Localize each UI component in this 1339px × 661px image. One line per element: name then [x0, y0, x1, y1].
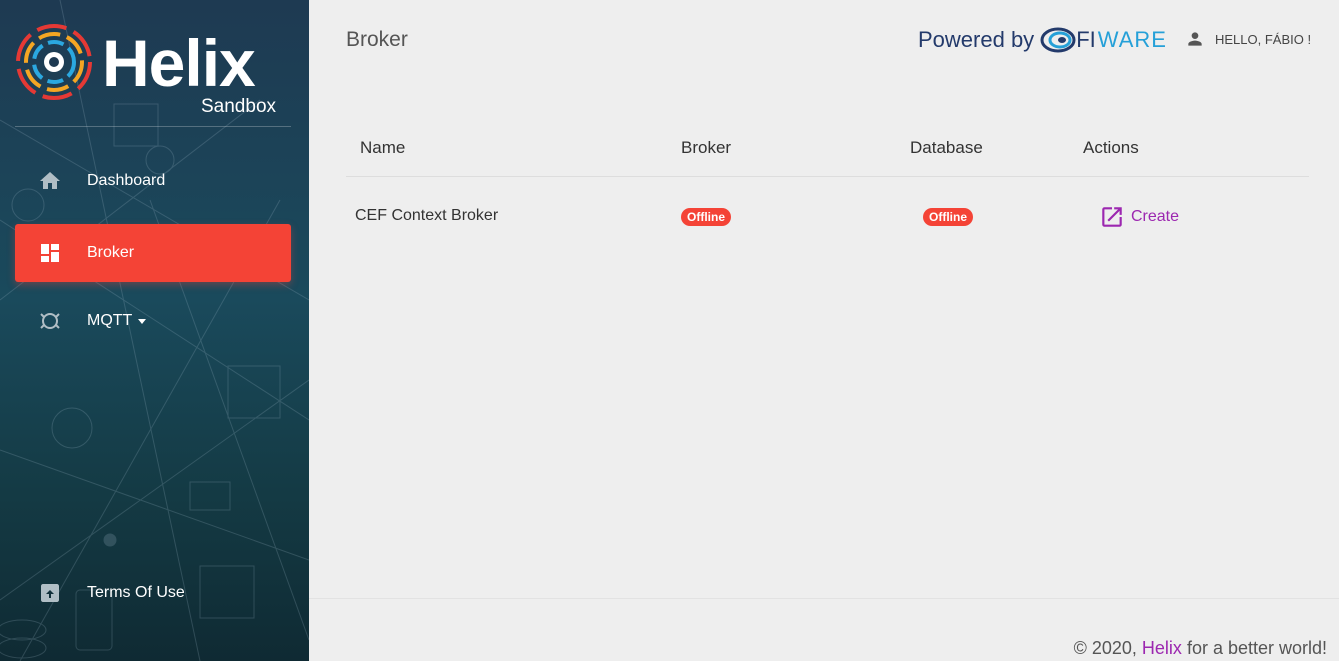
logo-subtitle: Sandbox [201, 96, 277, 117]
fiware-ware: WARE [1097, 27, 1167, 52]
sidebar-item-mqtt[interactable]: MQTT [15, 292, 291, 350]
footer-divider [309, 598, 1339, 599]
broker-status-badge: Offline [681, 208, 731, 226]
footer: © 2020, Helix for a better world! [1074, 638, 1327, 659]
user-icon [1188, 32, 1202, 46]
sidebar-item-broker[interactable]: Broker [15, 224, 291, 282]
sidebar-item-label: Terms Of Use [87, 584, 185, 601]
fiware-swirl-icon [1040, 27, 1076, 53]
sidebar-item-label: Dashboard [87, 172, 166, 189]
sidebar-item-terms[interactable]: Terms Of Use [15, 564, 291, 622]
archive-icon [38, 581, 62, 605]
logo-word: Helix [102, 26, 256, 100]
column-header-database: Database [910, 138, 983, 157]
user-menu[interactable]: HELLO, FÁBIO ! [1185, 29, 1311, 49]
sidebar-item-label: MQTT [87, 312, 133, 329]
footer-brand-link[interactable]: Helix [1142, 638, 1182, 658]
powered-by-fiware[interactable]: Powered by FI WARE [918, 27, 1167, 53]
page-title: Broker [346, 28, 408, 51]
sidebar-item-label: Broker [87, 244, 135, 261]
helix-logo-mark-icon [16, 24, 92, 100]
column-header-name: Name [360, 138, 406, 157]
create-label: Create [1131, 208, 1180, 225]
footer-tagline: for a better world! [1186, 638, 1327, 658]
powered-by-label: Powered by [918, 27, 1035, 52]
helix-logo[interactable]: Helix Sandbox [14, 20, 284, 120]
sidebar: Helix Sandbox Dashboard Broker MQTT Term… [0, 0, 309, 661]
database-status-badge: Offline [923, 208, 973, 226]
user-greeting: HELLO, FÁBIO ! [1215, 31, 1312, 47]
dashboard-icon [38, 241, 62, 265]
sidebar-item-dashboard[interactable]: Dashboard [15, 152, 291, 210]
create-button[interactable]: Create [1099, 204, 1179, 230]
table-header: Name Broker Database Actions [346, 120, 1309, 177]
fiware-fi: FI [1076, 27, 1096, 52]
open-in-new-icon [1102, 207, 1122, 227]
sidebar-divider [15, 126, 291, 127]
broker-table: Name Broker Database Actions CEF Context… [346, 120, 1309, 257]
broker-name-cell: CEF Context Broker [355, 207, 499, 224]
footer-copyright: © 2020, [1073, 638, 1137, 658]
mqtt-icon [38, 309, 62, 333]
home-icon [38, 169, 62, 193]
column-header-actions: Actions [1083, 138, 1139, 157]
chevron-down-icon [138, 318, 147, 324]
column-header-broker: Broker [681, 138, 732, 157]
